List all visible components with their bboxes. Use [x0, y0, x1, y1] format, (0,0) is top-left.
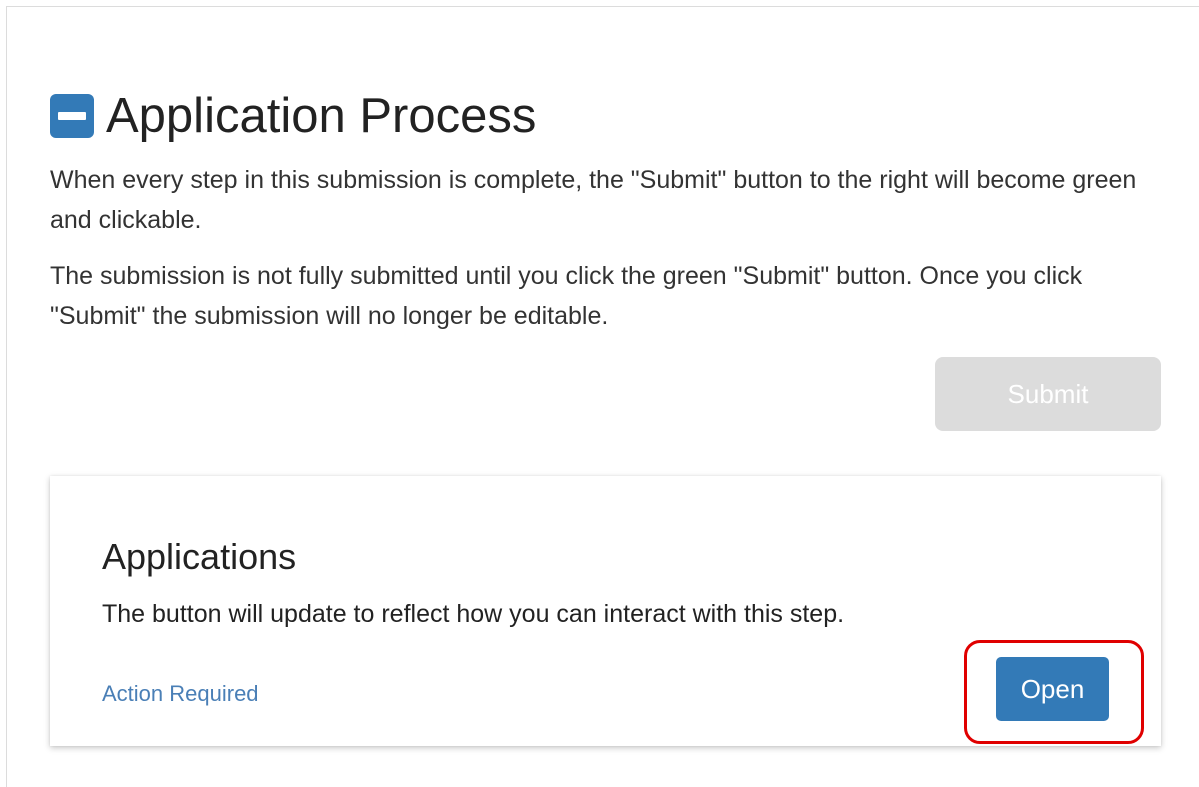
open-button[interactable]: Open [996, 657, 1109, 721]
intro-paragraph-2: The submission is not fully submitted un… [50, 262, 1083, 330]
applications-card: Applications The button will update to r… [50, 476, 1161, 746]
minus-bar [58, 112, 86, 120]
intro-text: When every step in this submission is co… [50, 160, 1160, 352]
page-title: Application Process [106, 89, 537, 143]
card-title: Applications [102, 536, 297, 577]
minus-square-icon[interactable] [50, 94, 94, 138]
section-heading: Application Process [50, 86, 536, 146]
action-required-link[interactable]: Action Required [102, 681, 259, 707]
submit-button[interactable]: Submit [935, 357, 1161, 431]
card-description: The button will update to reflect how yo… [102, 600, 845, 628]
intro-paragraph-1: When every step in this submission is co… [50, 166, 1137, 234]
